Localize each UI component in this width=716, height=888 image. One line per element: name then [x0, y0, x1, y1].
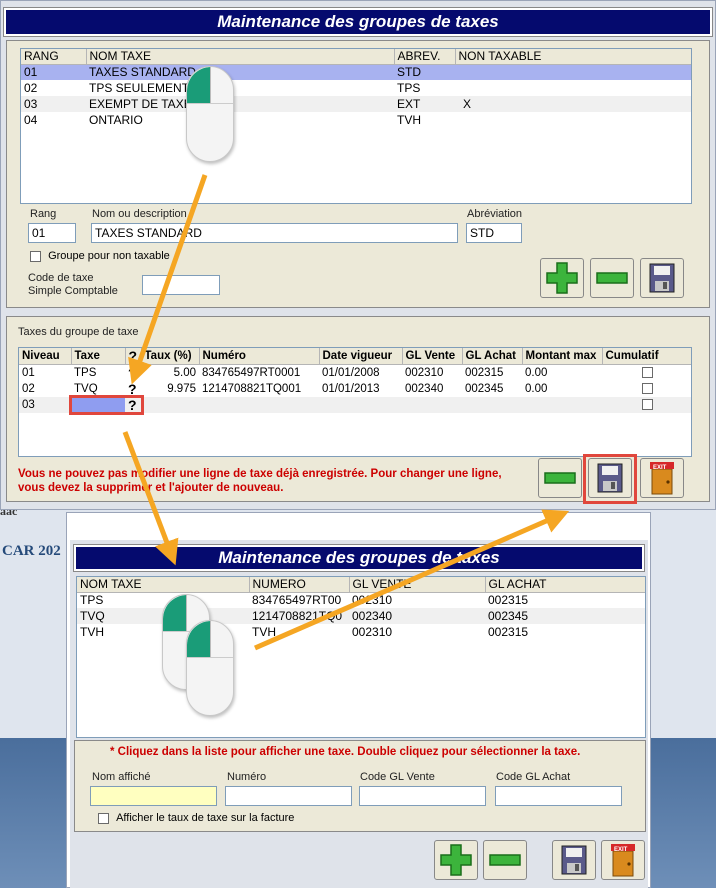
mouse-click-icon: [186, 66, 234, 162]
arrow-to-taxe-cell: [128, 174, 208, 385]
annotation-arrows: [122, 174, 570, 651]
arrow-to-save-button: [254, 509, 570, 651]
arrow-to-lookup-window: [122, 431, 179, 566]
mouse-double-click-icon: [186, 620, 234, 716]
